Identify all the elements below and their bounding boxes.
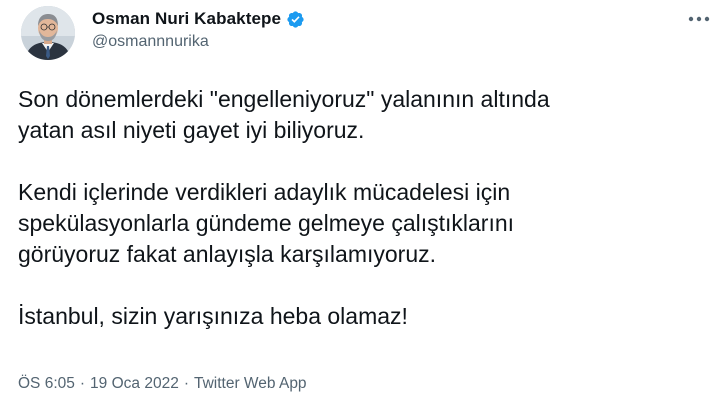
tweet-source-link[interactable]: Twitter Web App xyxy=(194,375,307,393)
tweet-line: spekülasyonlarla gündeme gelmeye çalıştı… xyxy=(18,210,515,236)
meta-separator: · xyxy=(79,375,86,392)
verified-badge-icon xyxy=(286,10,305,29)
avatar[interactable] xyxy=(21,6,75,60)
tweet-line: yatan asıl niyeti gayet iyi biliyoruz. xyxy=(18,117,365,143)
tweet-time-link[interactable]: ÖS 6:05 xyxy=(18,375,75,393)
tweet-line: Kendi içlerinde verdikleri adaylık mücad… xyxy=(18,179,511,205)
more-horizontal-icon[interactable] xyxy=(686,10,712,28)
author-display-name[interactable]: Osman Nuri Kabaktepe xyxy=(92,9,281,29)
tweet-line: Son dönemlerdeki "engelleniyoruz" yalanı… xyxy=(18,86,550,112)
tweet-card: Osman Nuri Kabaktepe @osmannnurika Son d… xyxy=(0,0,728,410)
tweet-meta: ÖS 6:05 · 19 Oca 2022 · Twitter Web App xyxy=(18,375,307,393)
tweet-line: İstanbul, sizin yarışınıza heba olamaz! xyxy=(18,303,408,329)
profile-photo-icon xyxy=(21,6,75,60)
tweet-text: Son dönemlerdeki "engelleniyoruz" yalanı… xyxy=(18,84,708,332)
tweet-date-link[interactable]: 19 Oca 2022 xyxy=(90,375,179,393)
tweet-line: görüyoruz fakat anlayışla karşılamıyoruz… xyxy=(18,241,437,267)
author-name-row[interactable]: Osman Nuri Kabaktepe xyxy=(92,8,305,30)
author-handle[interactable]: @osmannnurika xyxy=(92,33,209,51)
meta-separator: · xyxy=(183,375,189,392)
